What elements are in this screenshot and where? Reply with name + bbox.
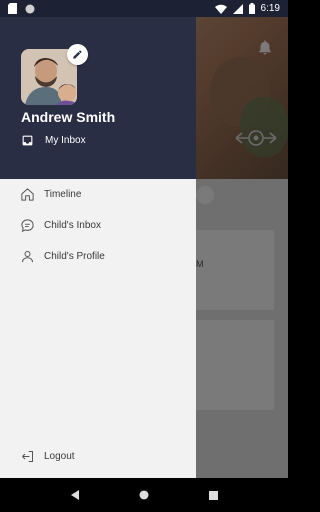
sync-icon bbox=[25, 4, 35, 13]
recents-button[interactable] bbox=[203, 485, 223, 505]
menu-item-label: Child's Profile bbox=[44, 251, 105, 262]
home-circle-icon bbox=[139, 490, 149, 500]
home-button[interactable] bbox=[134, 485, 154, 505]
menu-item-childs-profile[interactable]: Child's Profile bbox=[0, 241, 196, 272]
inbox-icon bbox=[22, 135, 33, 146]
menu-item-label: Timeline bbox=[44, 189, 82, 200]
logout-item[interactable]: Logout bbox=[0, 445, 196, 467]
battery-icon bbox=[248, 3, 255, 14]
status-time: 6:19 bbox=[260, 3, 280, 14]
back-button[interactable] bbox=[65, 485, 85, 505]
wifi-icon bbox=[214, 4, 227, 14]
back-triangle-icon bbox=[70, 490, 79, 500]
menu-item-timeline[interactable]: Timeline bbox=[0, 179, 196, 210]
menu-item-childs-inbox[interactable]: Child's Inbox bbox=[0, 210, 196, 241]
navigation-drawer: Andrew Smith My Inbox Timeline Child's I… bbox=[0, 17, 196, 478]
menu-item-label: Child's Inbox bbox=[44, 220, 101, 231]
my-inbox-label: My Inbox bbox=[45, 135, 86, 146]
logout-label: Logout bbox=[44, 450, 75, 462]
chat-bubble-icon bbox=[21, 219, 34, 232]
drawer-menu: Timeline Child's Inbox Child's Profile bbox=[0, 179, 196, 272]
signal-icon bbox=[232, 3, 243, 14]
edit-profile-button[interactable] bbox=[67, 44, 88, 65]
person-icon bbox=[22, 251, 33, 263]
drawer-header: Andrew Smith My Inbox bbox=[0, 17, 196, 179]
recents-square-icon bbox=[208, 490, 218, 500]
status-bar: 6:19 bbox=[0, 0, 288, 17]
my-inbox-item[interactable]: My Inbox bbox=[21, 134, 86, 147]
logout-icon bbox=[22, 450, 33, 462]
system-navigation-bar bbox=[0, 478, 288, 512]
pencil-icon bbox=[73, 50, 82, 59]
user-name: Andrew Smith bbox=[21, 109, 116, 125]
sd-card-icon bbox=[8, 3, 17, 14]
home-icon bbox=[21, 188, 34, 201]
